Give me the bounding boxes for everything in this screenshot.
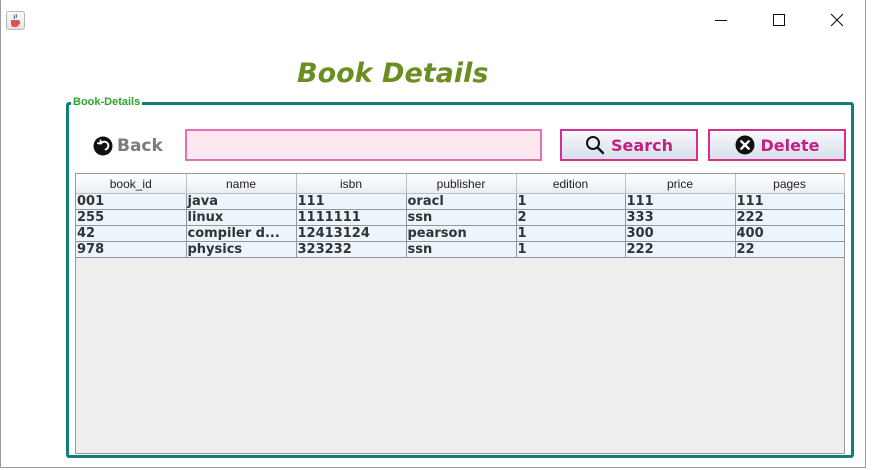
search-label: Search: [611, 135, 673, 155]
table-cell[interactable]: 323232: [296, 241, 407, 258]
table-row[interactable]: 001 java 111 oracl 1 111 111: [76, 193, 845, 210]
table-cell[interactable]: 1: [516, 225, 626, 242]
table-cell[interactable]: ssn: [406, 241, 517, 258]
delete-button[interactable]: Delete: [708, 129, 846, 161]
minimize-button[interactable]: [698, 8, 744, 34]
magnifier-icon: [586, 136, 605, 155]
table-cell[interactable]: java: [186, 193, 297, 210]
search-button[interactable]: Search: [560, 129, 698, 161]
maximize-icon: [773, 14, 785, 26]
table-cell[interactable]: 111: [735, 193, 845, 210]
table-cell[interactable]: physics: [186, 241, 297, 258]
java-cup-icon[interactable]: [6, 11, 25, 30]
table-cell[interactable]: 1: [516, 193, 626, 210]
table-cell[interactable]: 001: [76, 193, 187, 210]
table-cell[interactable]: compiler d...: [186, 225, 297, 242]
app-window: Book Details Book-Details Back Search De…: [0, 0, 866, 468]
maximize-button[interactable]: [756, 8, 802, 34]
books-table[interactable]: book_id name isbn publisher edition pric…: [75, 173, 845, 454]
table-cell[interactable]: 1: [516, 241, 626, 258]
column-header-publisher[interactable]: publisher: [406, 174, 517, 194]
back-button[interactable]: Back: [93, 135, 163, 157]
table-cell[interactable]: 978: [76, 241, 187, 258]
search-input[interactable]: [185, 129, 542, 161]
table-row[interactable]: 255 linux 1111111 ssn 2 333 222: [76, 209, 845, 226]
table-cell[interactable]: 1111111: [296, 209, 407, 226]
table-cell[interactable]: 22: [735, 241, 845, 258]
table-cell[interactable]: 333: [625, 209, 736, 226]
delete-label: Delete: [760, 135, 820, 155]
table-cell[interactable]: pearson: [406, 225, 517, 242]
table-cell[interactable]: 255: [76, 209, 187, 226]
column-header-book-id[interactable]: book_id: [76, 174, 187, 194]
table-cell[interactable]: 222: [625, 241, 736, 258]
back-arrow-icon: [93, 136, 113, 156]
close-button[interactable]: [814, 8, 860, 34]
x-circle-icon: [735, 135, 755, 155]
column-header-edition[interactable]: edition: [516, 174, 626, 194]
column-header-name[interactable]: name: [186, 174, 297, 194]
table-cell[interactable]: 12413124: [296, 225, 407, 242]
table-row[interactable]: 978 physics 323232 ssn 1 222 22: [76, 241, 845, 258]
table-cell[interactable]: 400: [735, 225, 845, 242]
page-title: Book Details: [297, 58, 489, 89]
table-cell[interactable]: 222: [735, 209, 845, 226]
column-header-pages[interactable]: pages: [735, 174, 845, 194]
table-header-row: book_id name isbn publisher edition pric…: [76, 174, 845, 194]
table-cell[interactable]: linux: [186, 209, 297, 226]
table-cell[interactable]: 111: [625, 193, 736, 210]
table-cell[interactable]: oracl: [406, 193, 517, 210]
table-cell[interactable]: 2: [516, 209, 626, 226]
minimize-icon: [715, 20, 727, 21]
table-cell[interactable]: 111: [296, 193, 407, 210]
panel-label: Book-Details: [71, 96, 143, 108]
table-row[interactable]: 42 compiler d... 12413124 pearson 1 300 …: [76, 225, 845, 242]
column-header-isbn[interactable]: isbn: [296, 174, 407, 194]
column-header-price[interactable]: price: [625, 174, 736, 194]
close-icon: [830, 13, 844, 27]
back-label: Back: [117, 136, 163, 156]
table-cell[interactable]: 300: [625, 225, 736, 242]
table-cell[interactable]: 42: [76, 225, 187, 242]
table-cell[interactable]: ssn: [406, 209, 517, 226]
